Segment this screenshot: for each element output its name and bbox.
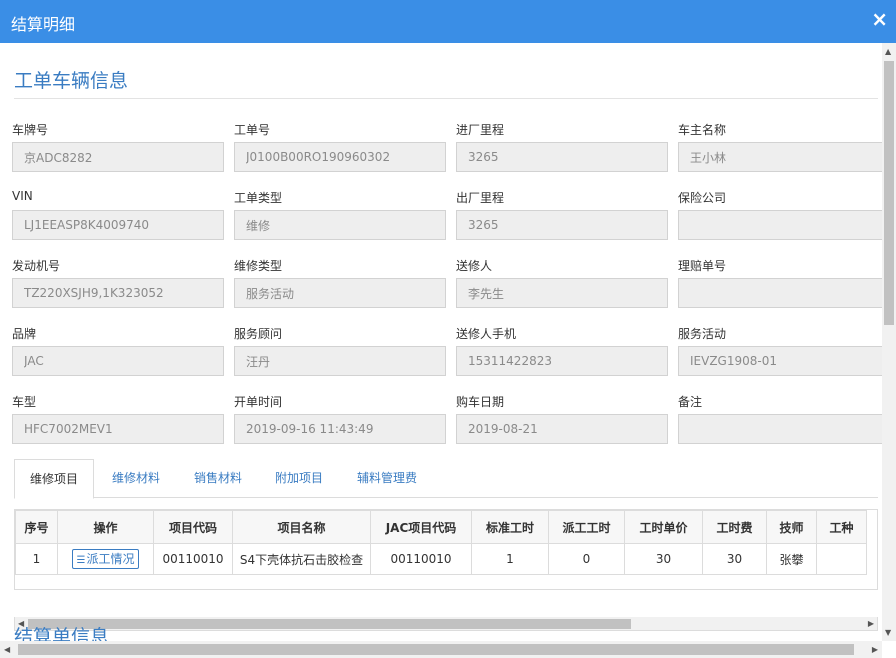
- page-scroll-thumb[interactable]: [884, 61, 894, 325]
- order-no-field[interactable]: [234, 142, 446, 172]
- dialog-title: 结算明细: [11, 15, 76, 34]
- service-activity-field[interactable]: [678, 346, 882, 376]
- remarks-field[interactable]: [678, 414, 882, 444]
- field-label-brand: 品牌: [12, 327, 37, 341]
- model-field[interactable]: [12, 414, 224, 444]
- field-label-advisor: 服务顾问: [234, 327, 283, 341]
- field-label-vin: VIN: [12, 189, 33, 203]
- col-header-action[interactable]: 操作: [57, 510, 154, 544]
- grid-scroll-thumb[interactable]: [28, 619, 631, 629]
- dialog-content: 工单车辆信息 车牌号 工单号 进厂里程 车主名称 VIN 工单类型 出厂里程 保…: [0, 43, 882, 641]
- table-header-row: 序号 操作 项目代码 项目名称 JAC项目代码 标准工时 派工工时 工时单价 工…: [15, 510, 867, 544]
- cell-name: S4下壳体抗石击胶检查: [232, 543, 371, 575]
- owner-field[interactable]: [678, 142, 882, 172]
- col-header-dispatch-hours[interactable]: 派工工时: [548, 510, 625, 544]
- col-header-unit-price[interactable]: 工时单价: [624, 510, 703, 544]
- sender-phone-field[interactable]: [456, 346, 668, 376]
- advisor-field[interactable]: [234, 346, 446, 376]
- col-header-labor-fee[interactable]: 工时费: [702, 510, 767, 544]
- dispatch-status-label: 派工情况: [86, 552, 135, 566]
- field-label-order-type: 工单类型: [234, 191, 283, 205]
- field-label-engine-no: 发动机号: [12, 259, 61, 273]
- page-hscroll-thumb[interactable]: [18, 644, 854, 655]
- col-header-jac-code[interactable]: JAC项目代码: [370, 510, 472, 544]
- tab-accessory-fee[interactable]: 辅料管理费: [357, 459, 417, 498]
- field-label-claim-no: 理赔单号: [678, 259, 727, 273]
- insurer-field[interactable]: [678, 210, 882, 240]
- field-label-in-mileage: 进厂里程: [456, 123, 505, 137]
- vin-field[interactable]: [12, 210, 224, 240]
- purchase-date-field[interactable]: [456, 414, 668, 444]
- field-label-repair-type: 维修类型: [234, 259, 283, 273]
- field-label-sender-phone: 送修人手机: [456, 327, 517, 341]
- field-label-sender: 送修人: [456, 259, 493, 273]
- arrow-left-icon[interactable]: ◀: [4, 645, 10, 654]
- dialog-titlebar: 结算明细 ×: [0, 0, 896, 43]
- cell-labor-fee: 30: [702, 543, 767, 575]
- out-mileage-field[interactable]: [456, 210, 668, 240]
- open-time-field[interactable]: [234, 414, 446, 444]
- col-header-code[interactable]: 项目代码: [153, 510, 233, 544]
- sender-field[interactable]: [456, 278, 668, 308]
- repair-items-table: 序号 操作 项目代码 项目名称 JAC项目代码 标准工时 派工工时 工时单价 工…: [15, 510, 867, 575]
- brand-field[interactable]: [12, 346, 224, 376]
- arrow-up-icon[interactable]: ▲: [885, 47, 891, 56]
- close-icon[interactable]: ×: [871, 8, 888, 30]
- col-header-std-hours[interactable]: 标准工时: [471, 510, 549, 544]
- list-icon: ☰: [76, 555, 86, 566]
- field-label-purchase-date: 购车日期: [456, 395, 505, 409]
- cell-technician: 张攀: [766, 543, 817, 575]
- section-divider: [14, 98, 878, 99]
- field-label-open-time: 开单时间: [234, 395, 283, 409]
- tab-repair-materials[interactable]: 维修材料: [112, 459, 160, 498]
- field-label-service-activity: 服务活动: [678, 327, 727, 341]
- table-row[interactable]: 1 ☰派工情况 00110010 S4下壳体抗石击胶检查 00110010 1 …: [15, 543, 867, 575]
- cell-jac-code: 00110010: [370, 543, 472, 575]
- field-label-order-no: 工单号: [234, 123, 271, 137]
- section-title-settlement-info: 结算单信息: [14, 626, 110, 641]
- col-header-work-type[interactable]: 工种: [816, 510, 867, 544]
- cell-code: 00110010: [153, 543, 233, 575]
- cell-dispatch-hours: 0: [548, 543, 625, 575]
- tab-bar: 维修项目 维修材料 销售材料 附加项目 辅料管理费: [14, 459, 878, 499]
- col-header-name[interactable]: 项目名称: [232, 510, 371, 544]
- arrow-down-icon[interactable]: ▼: [885, 628, 891, 637]
- claim-no-field[interactable]: [678, 278, 882, 308]
- dispatch-status-button[interactable]: ☰派工情况: [71, 549, 140, 569]
- col-header-index[interactable]: 序号: [15, 510, 58, 544]
- page-vertical-scrollbar[interactable]: ▲ ▼: [882, 43, 896, 641]
- order-type-field[interactable]: [234, 210, 446, 240]
- grid-horizontal-scrollbar[interactable]: ◀ ▶: [14, 617, 878, 631]
- cell-std-hours: 1: [471, 543, 549, 575]
- cell-index: 1: [15, 543, 58, 575]
- in-mileage-field[interactable]: [456, 142, 668, 172]
- engine-no-field[interactable]: [12, 278, 224, 308]
- field-label-model: 车型: [12, 395, 37, 409]
- plate-field[interactable]: [12, 142, 224, 172]
- arrow-right-icon[interactable]: ▶: [868, 618, 874, 630]
- arrow-right-icon[interactable]: ▶: [872, 645, 878, 654]
- tab-sales-materials[interactable]: 销售材料: [194, 459, 242, 498]
- cell-unit-price: 30: [624, 543, 703, 575]
- page-horizontal-scrollbar[interactable]: ◀ ▶: [0, 641, 882, 658]
- field-label-remarks: 备注: [678, 395, 703, 409]
- field-label-plate: 车牌号: [12, 123, 49, 137]
- field-label-owner: 车主名称: [678, 123, 727, 137]
- repair-items-grid: 序号 操作 项目代码 项目名称 JAC项目代码 标准工时 派工工时 工时单价 工…: [14, 509, 878, 590]
- field-label-out-mileage: 出厂里程: [456, 191, 505, 205]
- repair-type-field[interactable]: [234, 278, 446, 308]
- cell-work-type: [816, 543, 867, 575]
- cell-action: ☰派工情况: [57, 543, 154, 575]
- tab-additional-items[interactable]: 附加项目: [275, 459, 323, 498]
- tab-repair-items[interactable]: 维修项目: [14, 459, 95, 499]
- col-header-technician[interactable]: 技师: [766, 510, 817, 544]
- field-label-insurer: 保险公司: [678, 191, 727, 205]
- section-title-vehicle-info: 工单车辆信息: [14, 70, 129, 92]
